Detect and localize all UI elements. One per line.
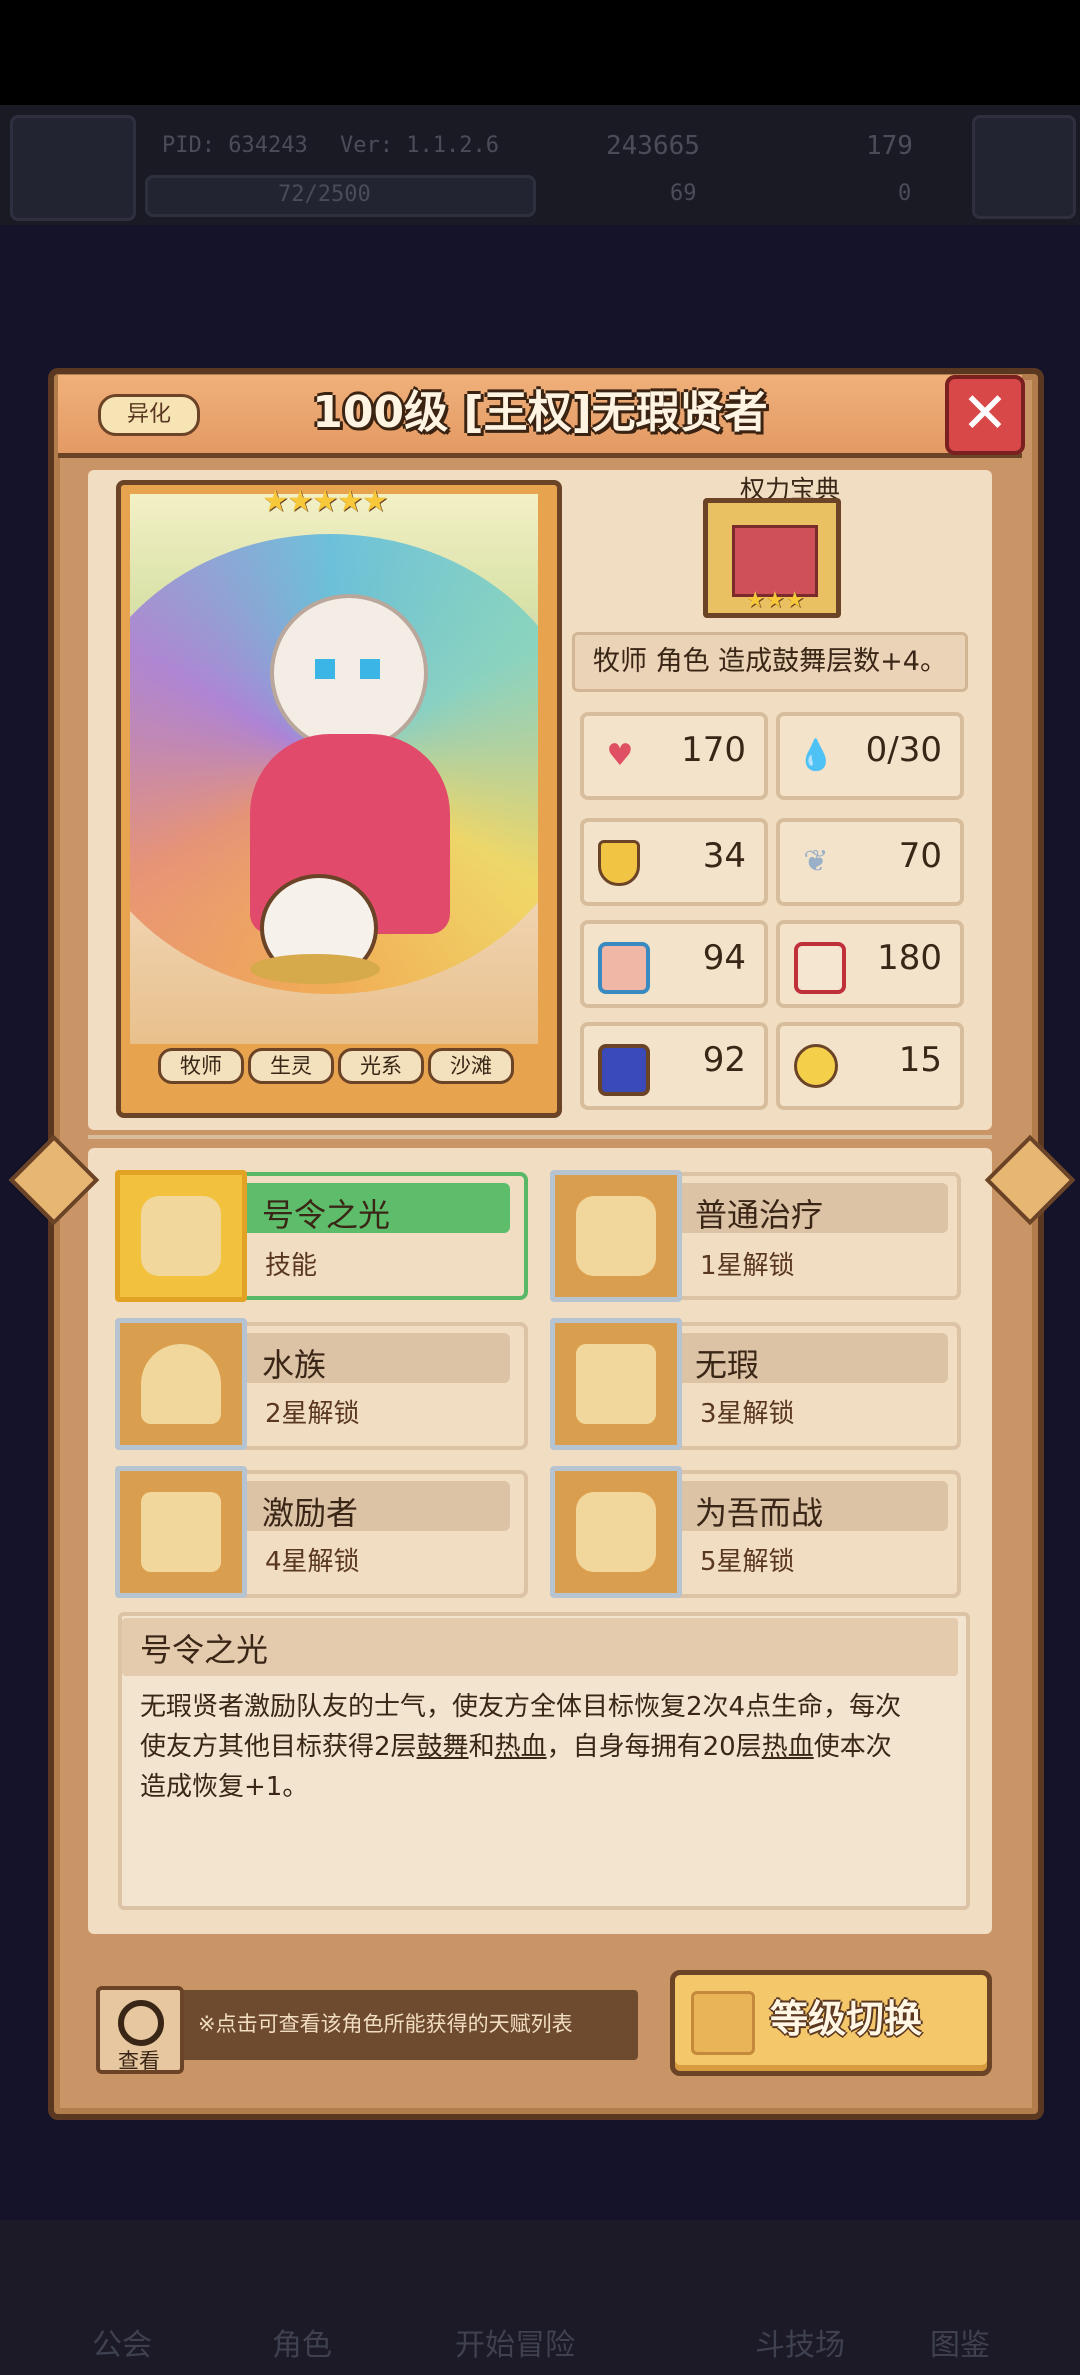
skill-6-icon[interactable]	[550, 1466, 682, 1598]
exp-text: 72/2500	[278, 182, 371, 207]
stat-magic: 180	[776, 920, 964, 1008]
figure-icon	[141, 1492, 221, 1572]
stat-mana: 💧 0/30	[776, 712, 964, 800]
heart-icon: ♥	[606, 738, 634, 773]
heart-cross-icon	[141, 1196, 221, 1276]
pearl-shell-base	[250, 954, 380, 984]
skill-3-icon[interactable]	[115, 1318, 247, 1450]
relic-description: 牧师 角色 造成鼓舞层数+4。	[572, 632, 968, 692]
other-count: 0	[898, 181, 912, 206]
stat-speed-value: 70	[898, 836, 942, 876]
desc-line-2b: ，自身每拥有20层	[546, 1732, 762, 1762]
player-avatar	[10, 115, 136, 221]
shield-icon	[598, 840, 640, 886]
stat-attack-value: 94	[702, 938, 746, 978]
heart-cross-icon	[576, 1196, 656, 1276]
skill-6-name: 为吾而战	[695, 1494, 824, 1532]
desc-and: 和	[468, 1732, 495, 1762]
exp-bar: 72/2500	[145, 175, 536, 217]
bottom-nav: 公会 角色 开始冒险 斗技场 图鉴	[0, 2220, 1080, 2375]
keyword-inspire[interactable]: 鼓舞	[417, 1732, 469, 1762]
skill-5-name: 激励者	[262, 1494, 359, 1532]
hint-text: ※点击可查看该角色所能获得的天赋列表	[198, 2012, 573, 2036]
stat-defense: 34	[580, 818, 768, 906]
stat-hp: ♥ 170	[580, 712, 768, 800]
level-switch-label: 等级切换	[770, 1997, 923, 2041]
stat-cooldown-value: 15	[898, 1040, 942, 1080]
pid-text: PID: 634243	[162, 133, 308, 158]
creature-icon	[141, 1344, 221, 1424]
skill-description-title: 号令之光	[140, 1631, 269, 1669]
skill-description-text: 无瑕贤者激励队友的士气，使友方全体目标恢复2次4点生命，每次 使友方其他目标获得…	[140, 1687, 940, 1807]
skill-6-sub: 5星解锁	[700, 1547, 795, 1577]
nav-arena[interactable]: 斗技场	[755, 2320, 845, 2364]
wing-icon: ❦	[803, 844, 829, 879]
desc-line-2a: 使友方其他目标获得2层	[140, 1732, 417, 1762]
skill-3-name: 水族	[262, 1346, 327, 1384]
desc-line-2: 使友方其他目标获得2层鼓舞和热血，自身每拥有20层热血使本次	[140, 1727, 940, 1767]
tag-light: 光系	[338, 1048, 424, 1084]
status-bar	[0, 0, 1080, 105]
nav-character[interactable]: 角色	[272, 2320, 332, 2364]
close-button[interactable]: ✕	[945, 375, 1025, 455]
heart-cross-icon	[576, 1492, 656, 1572]
desc-line-1: 无瑕贤者激励队友的士气，使友方全体目标恢复2次4点生命，每次	[140, 1692, 902, 1722]
magnifier-icon	[691, 1991, 755, 2055]
book-cover	[732, 525, 818, 597]
stat-defense-value: 34	[702, 836, 746, 876]
stat-crit-value: 92	[702, 1040, 746, 1080]
nav-codex[interactable]: 图鉴	[930, 2320, 990, 2364]
skill-4-name: 无瑕	[695, 1346, 760, 1384]
clock-icon	[794, 1044, 838, 1088]
scroll-icon	[598, 1044, 650, 1096]
character-stars: ★★★★★	[262, 484, 388, 519]
skill-5-icon[interactable]	[115, 1466, 247, 1598]
desc-line-3: 造成恢复+1。	[140, 1772, 309, 1802]
skill-5-sub: 4星解锁	[265, 1547, 360, 1577]
skill-1-icon[interactable]	[115, 1170, 247, 1302]
tag-creature: 生灵	[248, 1048, 334, 1084]
stat-hp-value: 170	[681, 730, 746, 770]
skill-2-sub: 1星解锁	[700, 1251, 795, 1281]
skill-4-icon[interactable]	[550, 1318, 682, 1450]
fist-icon	[598, 942, 650, 994]
nav-guild[interactable]: 公会	[92, 2320, 152, 2364]
stat-magic-value: 180	[877, 938, 942, 978]
nav-start-adventure[interactable]: 开始冒险	[455, 2320, 575, 2364]
book-icon	[794, 942, 846, 994]
gem-count: 179	[866, 131, 913, 161]
keyword-fervor[interactable]: 热血	[495, 1732, 547, 1762]
view-talents-label: 查看	[118, 2049, 160, 2073]
character-eye-left	[315, 659, 335, 679]
tag-priest: 牧师	[158, 1048, 244, 1084]
clover-count: 69	[670, 181, 697, 206]
skill-1-sub: 技能	[265, 1251, 318, 1281]
version-text: Ver: 1.1.2.6	[340, 133, 499, 158]
stat-crit: 92	[580, 1022, 768, 1110]
magnifier-icon	[118, 2000, 164, 2046]
character-portrait[interactable]	[130, 494, 538, 1044]
skill-1-name: 号令之光	[262, 1196, 391, 1234]
gold-count: 243665	[606, 131, 700, 161]
keyword-fervor-2[interactable]: 热血	[762, 1732, 814, 1762]
figure-icon	[576, 1344, 656, 1424]
settings-button[interactable]	[972, 115, 1076, 219]
tag-beach: 沙滩	[428, 1048, 514, 1084]
desc-line-2c: 使本次	[813, 1732, 892, 1762]
relic-stars: ★★★	[745, 588, 805, 613]
drop-icon: 💧	[797, 738, 835, 773]
character-title: 100级 [王权]无瑕贤者	[312, 387, 768, 438]
character-eye-right	[360, 659, 380, 679]
stat-attack: 94	[580, 920, 768, 1008]
stat-speed: ❦ 70	[776, 818, 964, 906]
stat-mana-value: 0/30	[865, 730, 942, 770]
skill-2-icon[interactable]	[550, 1170, 682, 1302]
section-divider	[88, 1135, 992, 1139]
top-hud: PID: 634243 Ver: 1.1.2.6 243665 179 72/2…	[0, 105, 1080, 225]
skill-3-sub: 2星解锁	[265, 1399, 360, 1429]
character-head	[270, 594, 428, 752]
skill-2-name: 普通治疗	[695, 1196, 824, 1234]
stat-cooldown: 15	[776, 1022, 964, 1110]
skill-4-sub: 3星解锁	[700, 1399, 795, 1429]
